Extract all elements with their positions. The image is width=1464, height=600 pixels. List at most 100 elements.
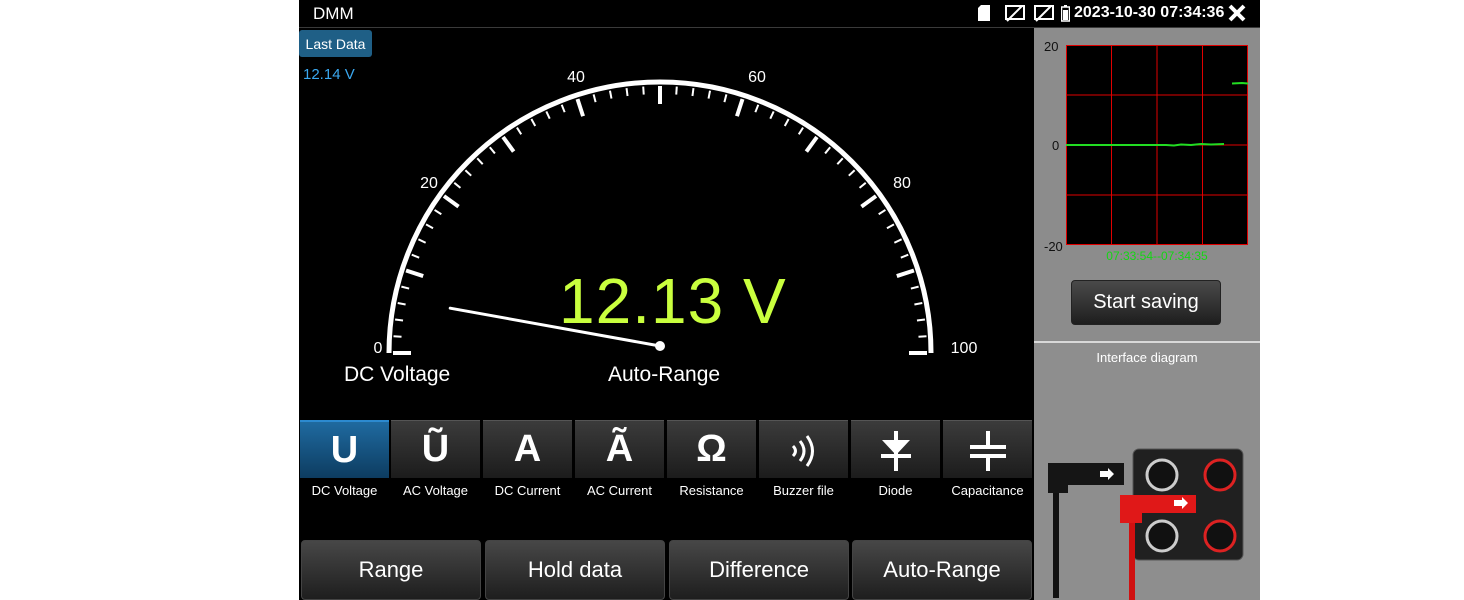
minor-tick: [916, 318, 926, 322]
minor-tick: [754, 104, 760, 113]
screen-off-icon: [1034, 4, 1054, 26]
start-saving-button[interactable]: Start saving: [1071, 280, 1221, 325]
minor-tick: [878, 209, 886, 216]
minor-tick: [769, 110, 775, 120]
major-tick: [896, 268, 915, 278]
sd-card-icon: [978, 5, 990, 25]
status-bar: DMM 2023-10-30 07:34:36: [299, 0, 1260, 28]
probe-connection-diagram: [1048, 448, 1244, 600]
mode-buzzer[interactable]: Buzzer file: [759, 420, 848, 504]
screen-off-icon: [1005, 4, 1025, 26]
minor-tick: [545, 110, 551, 120]
mode-ac-voltage[interactable]: Ũ AC Voltage: [391, 420, 480, 504]
range-button[interactable]: Range: [301, 540, 481, 600]
major-tick: [804, 135, 819, 153]
minor-tick: [393, 335, 402, 338]
major-tick: [501, 135, 516, 153]
mode-label: Resistance: [679, 483, 744, 498]
scale-label-0: 0: [374, 340, 383, 357]
multimeter-screen: DMM 2023-10-30 07:34:36 Last Data 12.14 …: [299, 0, 1260, 600]
needle-pivot: [655, 341, 665, 351]
scale-label-60: 60: [748, 69, 766, 86]
close-icon[interactable]: [1228, 4, 1246, 26]
minor-tick: [723, 94, 728, 103]
dc-current-icon: A: [513, 428, 542, 470]
black-probe-plug: [1048, 463, 1124, 493]
minor-tick: [401, 285, 410, 290]
trend-line-current: [1231, 81, 1248, 85]
minor-tick: [476, 157, 484, 165]
major-tick: [442, 194, 460, 209]
mode-capacitance[interactable]: Capacitance: [943, 420, 1032, 504]
major-tick: [735, 98, 745, 117]
minor-tick: [425, 223, 434, 230]
capacitance-icon: [943, 421, 1032, 477]
mode-dc-voltage[interactable]: U DC Voltage: [300, 420, 389, 504]
minor-tick: [675, 86, 678, 95]
minor-tick: [910, 285, 919, 290]
mode-label: Diode: [878, 483, 913, 498]
mode-selector: U DC Voltage Ũ AC Voltage A DC Current Ã…: [299, 420, 1032, 504]
resistance-icon: Ω: [696, 428, 727, 470]
minor-tick: [848, 169, 856, 177]
mode-diode[interactable]: Diode: [851, 420, 940, 504]
scale-label-40: 40: [567, 69, 585, 86]
minor-tick: [783, 118, 790, 127]
scale-label-80: 80: [893, 175, 911, 192]
trend-chart: [1066, 45, 1248, 245]
mode-resistance[interactable]: Ω Resistance: [667, 420, 756, 504]
minor-tick: [625, 87, 629, 97]
mode-label: DC Current: [494, 483, 561, 498]
mode-label: Capacitance: [951, 483, 1024, 498]
trend-chart-panel: 20 0 -20 07:33:54--07:34:35 Start saving: [1034, 28, 1260, 340]
trend-time-range: 07:33:54--07:34:35: [1106, 249, 1208, 263]
minor-tick: [797, 127, 804, 135]
minor-tick: [592, 94, 597, 103]
interface-diagram-panel: Interface diagram: [1034, 341, 1260, 600]
major-tick: [405, 268, 424, 278]
scale-label-100: 100: [951, 340, 978, 357]
minor-tick: [642, 86, 645, 95]
minor-tick: [918, 335, 927, 338]
minor-tick: [608, 90, 613, 99]
mode-label: AC Voltage: [402, 483, 469, 498]
minor-tick: [397, 301, 406, 306]
minor-tick: [691, 87, 695, 97]
minor-tick: [824, 146, 831, 155]
side-panel: 20 0 -20 07:33:54--07:34:35 Start saving: [1034, 28, 1260, 600]
minor-tick: [394, 318, 404, 322]
mode-label: DC Voltage: [311, 483, 378, 498]
hold-data-button[interactable]: Hold data: [485, 540, 665, 600]
minor-tick: [411, 253, 420, 259]
minor-tick: [453, 182, 462, 189]
minor-tick: [434, 209, 442, 216]
mode-dc-current[interactable]: A DC Current: [483, 420, 572, 504]
auto-range-button[interactable]: Auto-Range: [852, 540, 1032, 600]
datetime: 2023-10-30 07:34:36: [1074, 4, 1225, 21]
minor-tick: [707, 90, 712, 99]
minor-tick: [858, 182, 867, 189]
minor-tick: [900, 253, 909, 259]
diagram-title: Interface diagram: [1096, 350, 1198, 365]
function-bar: Range Hold data Difference Auto-Range: [299, 540, 1032, 600]
minor-tick: [836, 157, 844, 165]
major-tick: [575, 98, 585, 117]
ma-socket: [1145, 519, 1179, 553]
difference-button[interactable]: Difference: [669, 540, 849, 600]
trend-y-tick-bottom: -20: [1044, 239, 1063, 254]
mode-ac-current[interactable]: Ã AC Current: [575, 420, 664, 504]
minor-tick: [464, 169, 472, 177]
trend-y-tick-top: 20: [1044, 39, 1059, 54]
ac-current-icon: Ã: [605, 428, 634, 470]
app-title: DMM: [313, 4, 354, 23]
ac-voltage-icon: Ũ: [421, 428, 450, 470]
diode-icon: [851, 421, 940, 477]
analog-gauge: 0 20 40 60 80 100: [374, 69, 978, 357]
gauge-panel: Last Data 12.14 V 0 20 40 60 80 100 12.1…: [299, 28, 1032, 420]
dc-voltage-icon: U: [330, 429, 359, 471]
mode-label: AC Current: [586, 483, 653, 498]
scale-label-20: 20: [420, 175, 438, 192]
range-mode-label: Auto-Range: [608, 363, 721, 386]
trend-y-tick-mid: 0: [1052, 138, 1060, 153]
mode-label: Buzzer file: [773, 483, 834, 498]
